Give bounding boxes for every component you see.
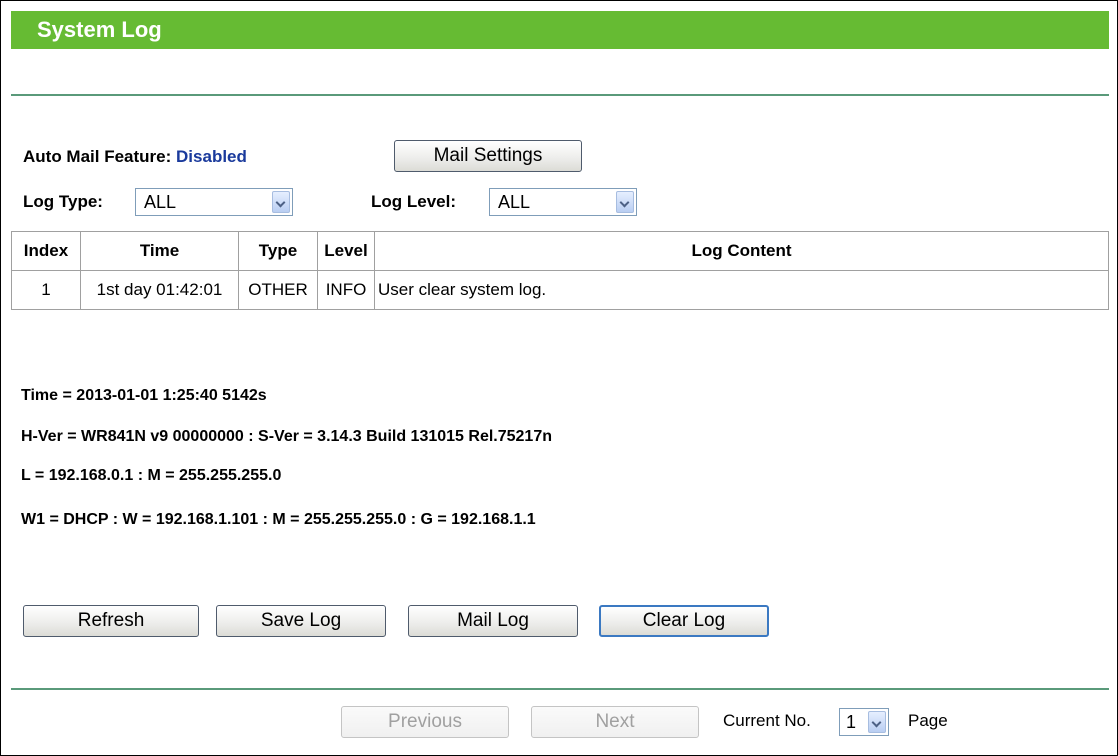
table-row: 1 1st day 01:42:01 OTHER INFO User clear… [11,270,1109,310]
info-wan: W1 = DHCP : W = 192.168.1.101 : M = 255.… [21,511,536,528]
log-type-select[interactable]: ALL [135,188,293,216]
current-no-label: Current No. [723,711,811,730]
header-bar: System Log [11,11,1109,49]
info-lan: L = 192.168.0.1 : M = 255.255.255.0 [21,467,282,484]
log-level-select[interactable]: ALL [489,188,637,216]
chevron-down-icon[interactable] [616,191,634,213]
refresh-button[interactable]: Refresh [23,605,199,637]
cell-log-content: User clear system log. [374,270,1109,310]
clear-log-button[interactable]: Clear Log [599,605,769,637]
current-page-select[interactable]: 1 [839,708,889,736]
column-header-log-content: Log Content [374,231,1109,271]
system-log-panel: System Log Auto Mail Feature: Disabled M… [0,0,1118,756]
log-type-label: Log Type: [23,192,103,211]
column-header-type: Type [238,231,318,271]
info-time: Time = 2013-01-01 1:25:40 5142s [21,387,267,404]
chevron-down-icon[interactable] [868,711,886,733]
auto-mail-label: Auto Mail Feature: [23,147,172,166]
save-log-button[interactable]: Save Log [216,605,386,637]
column-header-level: Level [317,231,375,271]
bottom-divider [11,688,1109,690]
mail-log-button[interactable]: Mail Log [408,605,578,637]
auto-mail-row: Auto Mail Feature: Disabled [23,147,247,167]
column-header-time: Time [80,231,239,271]
log-type-value: ALL [144,192,177,212]
auto-mail-status: Disabled [176,147,247,166]
log-level-label: Log Level: [371,192,457,211]
mail-settings-button[interactable]: Mail Settings [394,140,582,172]
page-label: Page [908,711,948,730]
page-title: System Log [37,17,162,42]
cell-level: INFO [317,270,375,310]
cell-type: OTHER [238,270,318,310]
cell-time: 1st day 01:42:01 [80,270,239,310]
log-table: Index Time Type Level Log Content 1 1st … [11,231,1109,310]
current-page-value: 1 [846,712,857,732]
cell-index: 1 [11,270,81,310]
previous-button[interactable]: Previous [341,706,509,738]
chevron-down-icon[interactable] [272,191,290,213]
column-header-index: Index [11,231,81,271]
top-divider [11,94,1109,96]
info-version: H-Ver = WR841N v9 00000000 : S-Ver = 3.1… [21,428,552,445]
table-header-row: Index Time Type Level Log Content [11,231,1109,271]
log-level-value: ALL [498,192,531,212]
next-button[interactable]: Next [531,706,699,738]
